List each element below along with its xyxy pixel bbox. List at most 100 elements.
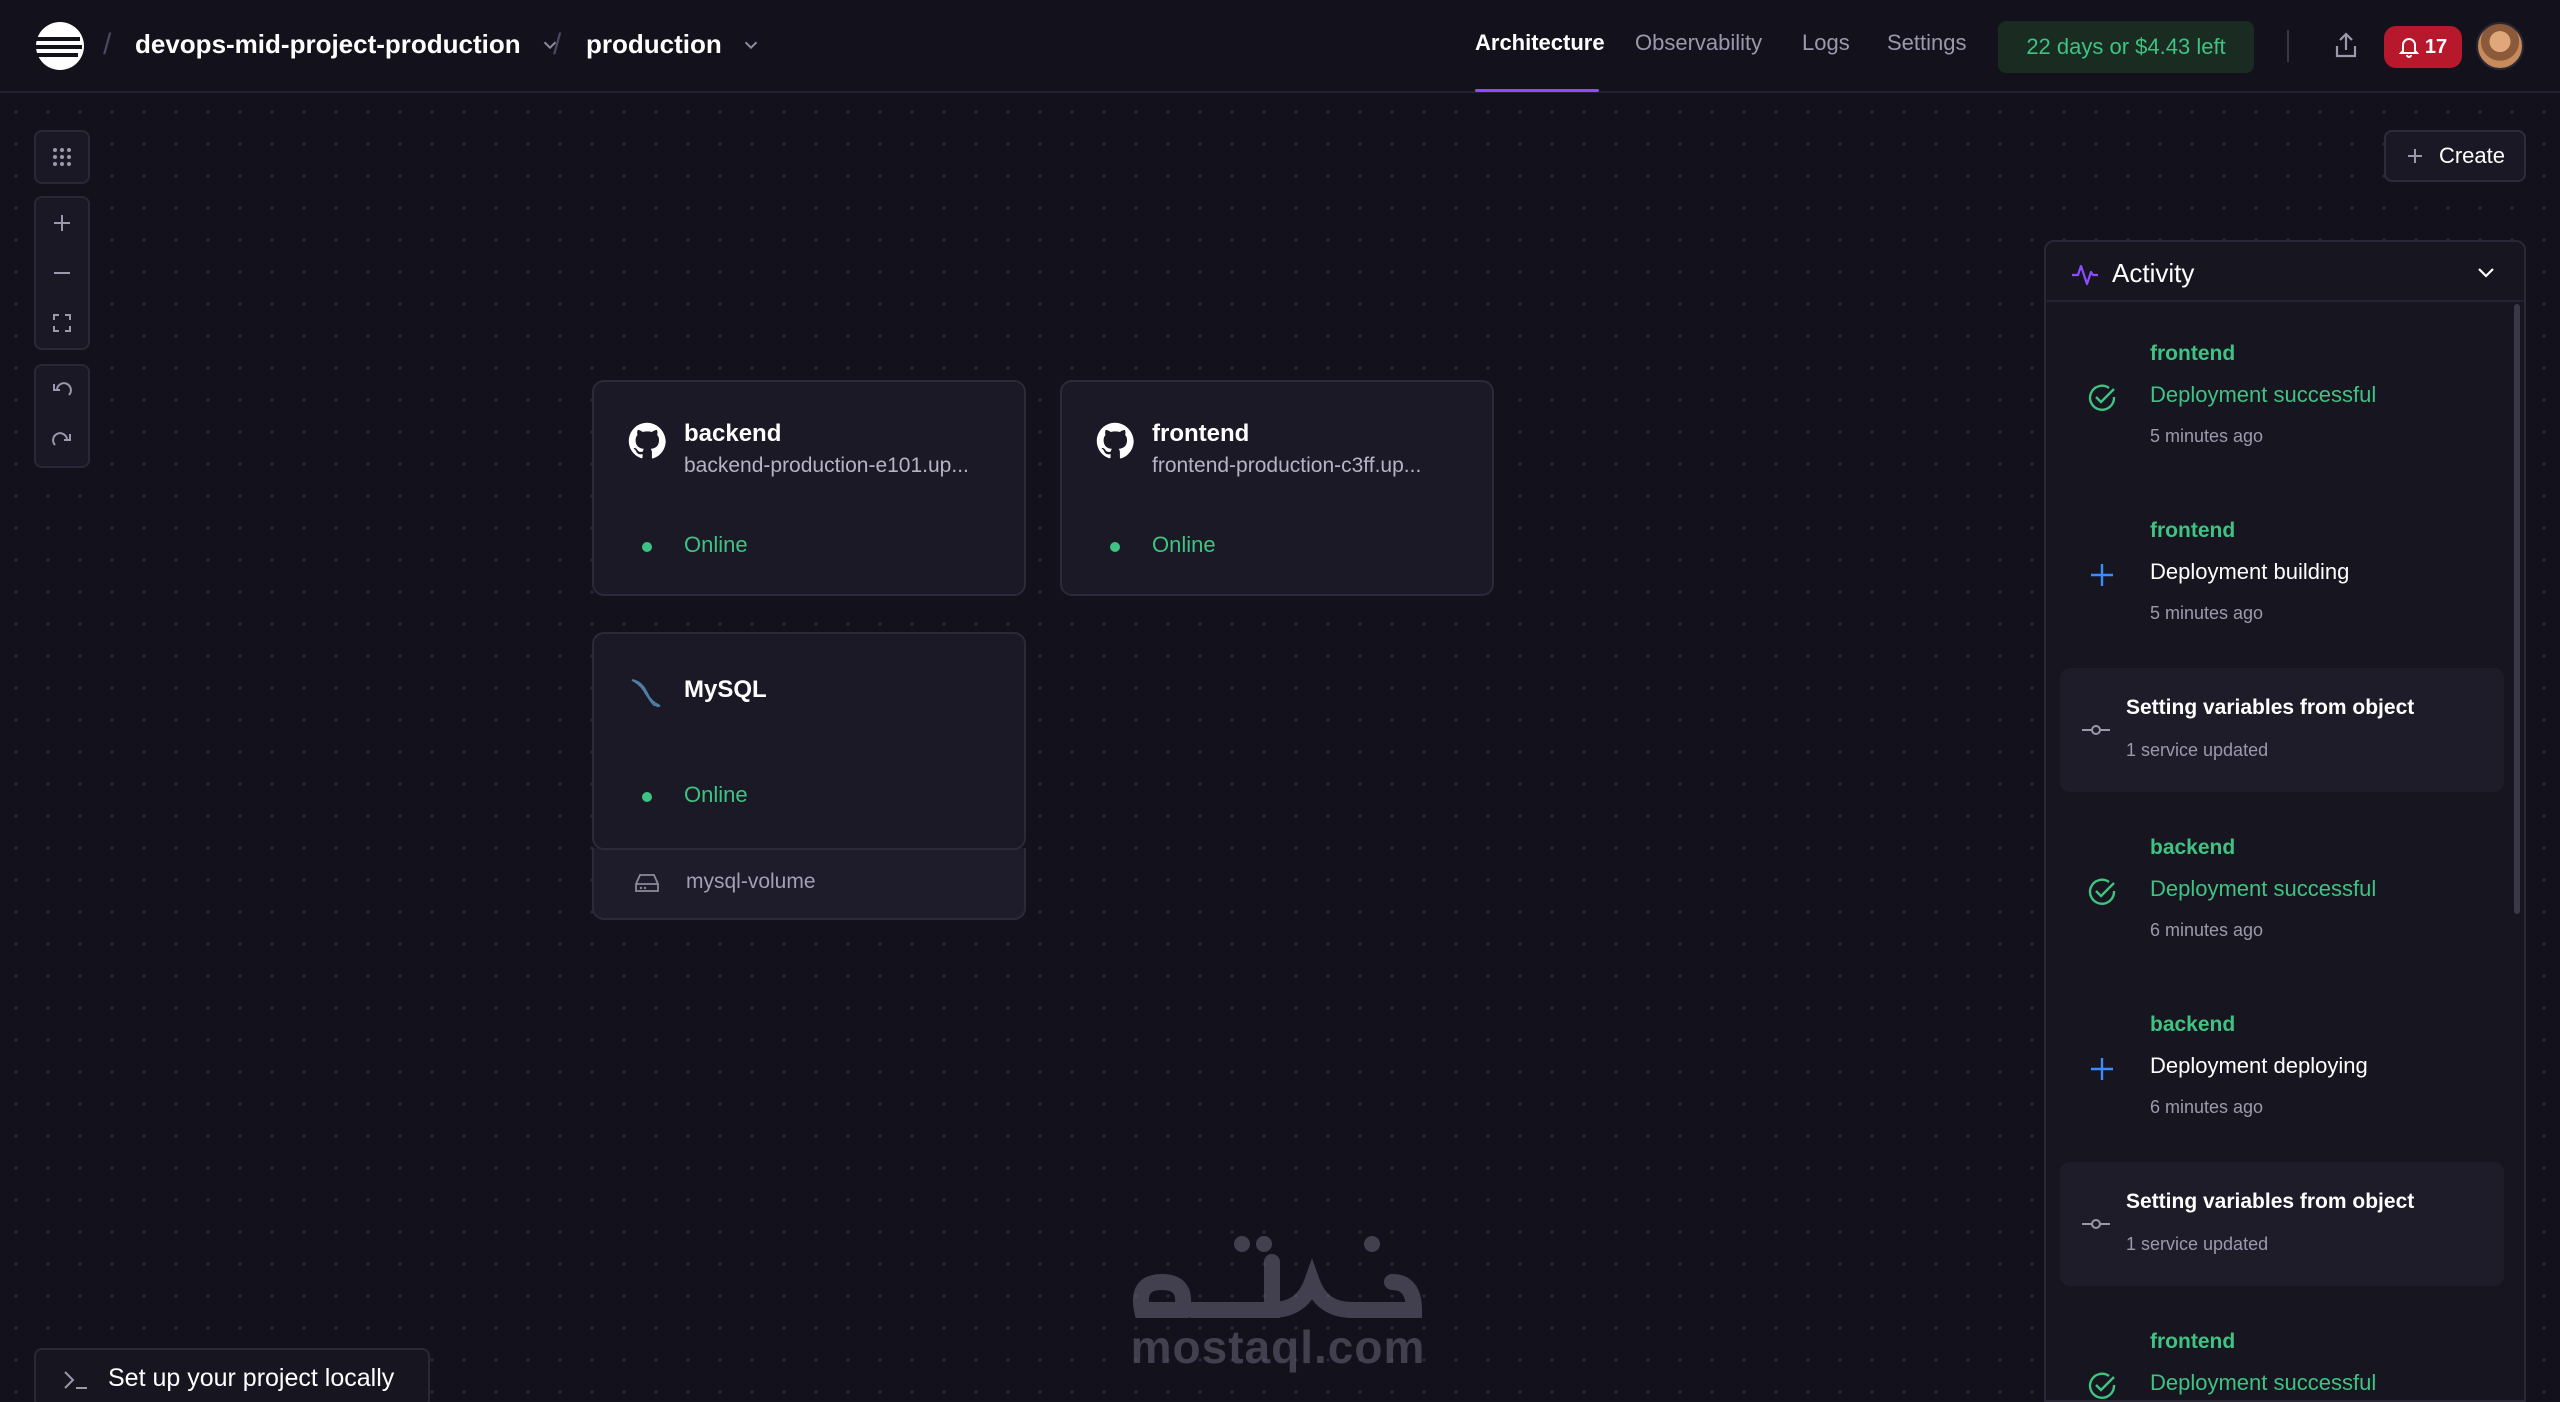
fit-view-button[interactable] (36, 298, 88, 348)
status-dot (1110, 542, 1120, 552)
activity-time: 5 minutes ago (2150, 426, 2264, 446)
activity-subtitle: 1 service updated (2126, 1234, 2269, 1254)
service-card-backend[interactable]: backend backend-production-e101.up... On… (592, 380, 1026, 596)
active-tab-indicator (1475, 89, 1599, 92)
trial-badge[interactable]: 22 days or $4.43 left (1998, 21, 2254, 73)
setup-locally-button[interactable]: Set up your project locally (34, 1348, 430, 1402)
commit-icon (2082, 725, 2110, 735)
status-dot (642, 542, 652, 552)
plus-icon (2407, 149, 2422, 163)
notifications-button[interactable]: 17 (2384, 26, 2462, 68)
expand-icon (53, 314, 71, 332)
activity-item[interactable]: backend Deployment deploying 6 minutes a… (2060, 1013, 2504, 1163)
service-name: backend (684, 420, 782, 447)
github-icon (1096, 422, 1134, 459)
service-status: Online (684, 782, 748, 807)
activity-item[interactable]: Setting variables from object 1 service … (2060, 1162, 2504, 1286)
activity-title: Setting variables from object (2126, 696, 2415, 719)
breadcrumb-project[interactable]: devops-mid-project-production (135, 29, 561, 60)
chevron-down-icon[interactable] (2474, 260, 2498, 284)
activity-event: Deployment successful (2150, 382, 2377, 407)
service-name: MySQL (684, 676, 767, 703)
mysql-dolphin-icon (631, 679, 661, 708)
watermark-arabic-mark (1133, 1236, 1423, 1318)
terminal-icon (64, 1371, 87, 1389)
activity-service: frontend (2150, 1330, 2236, 1353)
grid-toolbar (34, 130, 90, 184)
undo-button[interactable] (36, 366, 88, 416)
minus-icon (54, 272, 70, 274)
activity-title: Activity (2112, 258, 2195, 288)
activity-item[interactable]: frontend Deployment building 5 minutes a… (2060, 519, 2504, 669)
zoom-out-button[interactable] (36, 248, 88, 298)
watermark-text: mostaql.com (1130, 1321, 1426, 1373)
share-icon[interactable] (2330, 30, 2362, 62)
project-name: devops-mid-project-production (135, 29, 521, 59)
activity-event: Deployment deploying (2150, 1053, 2368, 1078)
service-status: Online (1152, 532, 1216, 557)
volume-name: mysql-volume (686, 870, 816, 893)
grid-dots-icon (53, 148, 71, 166)
setup-label: Set up your project locally (108, 1364, 395, 1392)
activity-time: 6 minutes ago (2150, 920, 2264, 940)
activity-service: frontend (2150, 342, 2236, 365)
activity-item[interactable]: frontend Deployment successful (2060, 1330, 2504, 1400)
activity-title: Setting variables from object (2126, 1190, 2415, 1213)
tab-settings[interactable]: Settings (1887, 30, 1967, 56)
environment-name: production (586, 29, 722, 59)
bell-icon (2398, 38, 2419, 58)
breadcrumb-environment[interactable]: production (586, 29, 762, 60)
watermark-logo: mostaql.com (1122, 1222, 1434, 1373)
activity-event: Deployment successful (2150, 876, 2377, 901)
hard-drive-icon (635, 874, 659, 892)
plus-icon (54, 215, 70, 231)
service-url[interactable]: backend-production-e101.up... (684, 454, 969, 478)
chevron-down-icon (744, 41, 757, 49)
service-status: Online (684, 532, 748, 557)
breadcrumb-separator: / (103, 28, 112, 61)
grid-menu-button[interactable] (36, 132, 88, 182)
notification-count: 17 (2424, 35, 2448, 58)
check-circle-icon (2088, 1372, 2116, 1399)
check-circle-icon (2088, 384, 2116, 411)
history-toolbar (34, 364, 90, 468)
activity-event: Deployment building (2150, 559, 2350, 584)
activity-item[interactable]: frontend Deployment successful 5 minutes… (2060, 342, 2504, 492)
commit-icon (2082, 1219, 2110, 1229)
top-bar: / devops-mid-project-production / produc… (0, 0, 2560, 93)
avatar[interactable] (2476, 22, 2524, 70)
plus-icon (2091, 1058, 2113, 1080)
divider (2287, 30, 2289, 62)
create-button[interactable]: Create (2384, 130, 2526, 182)
activity-service: backend (2150, 1013, 2236, 1036)
breadcrumb-separator: / (553, 28, 562, 61)
activity-subtitle: 1 service updated (2126, 740, 2269, 760)
activity-panel: Activity frontend Deployment successful … (2044, 240, 2526, 1402)
status-dot (642, 792, 652, 802)
activity-header[interactable]: Activity (2046, 242, 2524, 302)
zoom-in-button[interactable] (36, 198, 88, 248)
activity-item[interactable]: Setting variables from object 1 service … (2060, 668, 2504, 792)
activity-service: frontend (2150, 519, 2236, 542)
volume-mysql[interactable]: mysql-volume (592, 848, 1026, 920)
service-name: frontend (1152, 420, 1250, 447)
activity-time: 6 minutes ago (2150, 1097, 2264, 1117)
activity-time: 5 minutes ago (2150, 603, 2264, 623)
scrollbar[interactable] (2514, 304, 2520, 914)
create-label: Create (2438, 143, 2506, 168)
service-card-frontend[interactable]: frontend frontend-production-c3ff.up... … (1060, 380, 1494, 596)
tab-logs[interactable]: Logs (1802, 30, 1850, 56)
github-icon (628, 422, 666, 459)
service-card-mysql[interactable]: MySQL Online (592, 632, 1026, 850)
pulse-icon (2072, 264, 2098, 286)
plus-icon (2091, 564, 2113, 586)
check-circle-icon (2088, 878, 2116, 905)
service-url[interactable]: frontend-production-c3ff.up... (1152, 454, 1421, 478)
redo-button[interactable] (36, 416, 88, 466)
activity-item[interactable]: backend Deployment successful 6 minutes … (2060, 836, 2504, 986)
redo-icon (52, 432, 71, 446)
railway-logo[interactable] (34, 20, 86, 72)
undo-icon (53, 382, 72, 396)
tab-architecture[interactable]: Architecture (1475, 30, 1605, 56)
tab-observability[interactable]: Observability (1635, 30, 1762, 56)
